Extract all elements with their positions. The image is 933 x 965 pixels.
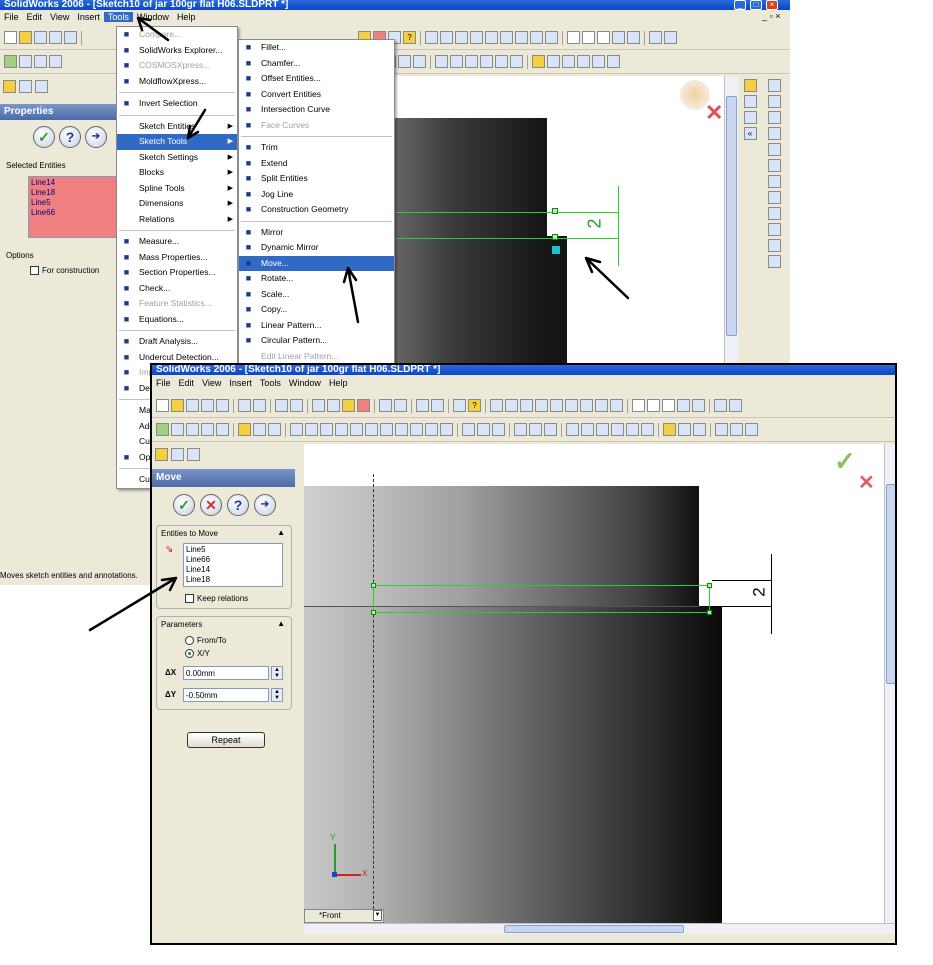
annotation-arrows xyxy=(88,16,630,632)
arrow-to-sketch-lines xyxy=(584,256,630,300)
arrow-to-tools-menu xyxy=(136,16,170,42)
arrow-to-move xyxy=(342,266,360,324)
arrow-to-entities-list xyxy=(88,576,178,632)
arrow-to-sketch-tools xyxy=(186,108,207,140)
